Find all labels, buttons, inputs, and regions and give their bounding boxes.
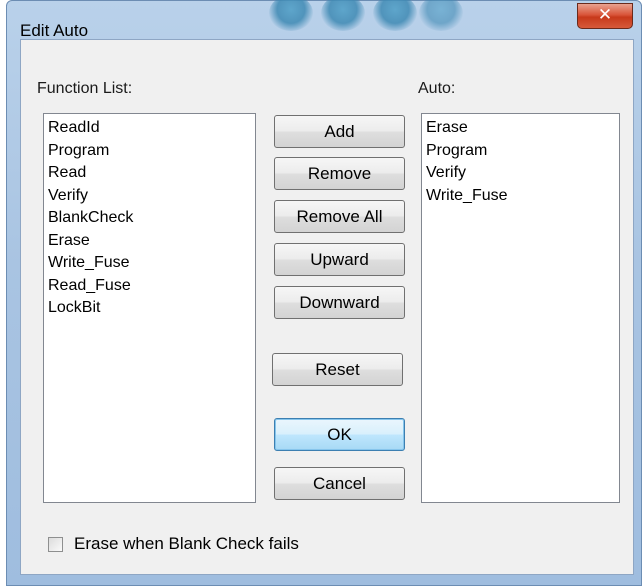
list-item[interactable]: BlankCheck — [48, 207, 251, 230]
list-item[interactable]: Read_Fuse — [48, 275, 251, 298]
remove-all-button[interactable]: Remove All — [274, 200, 405, 233]
remove-button[interactable]: Remove — [274, 157, 405, 190]
upward-button[interactable]: Upward — [274, 243, 405, 276]
function-list-label: Function List: — [37, 80, 133, 97]
list-item[interactable]: Program — [426, 140, 615, 163]
list-item[interactable]: Erase — [426, 117, 615, 140]
window-title: Edit Auto — [20, 21, 89, 40]
reset-button[interactable]: Reset — [272, 353, 403, 386]
add-button[interactable]: Add — [274, 115, 405, 148]
ok-button[interactable]: OK — [274, 418, 405, 451]
list-item[interactable]: Verify — [48, 185, 251, 208]
list-item[interactable]: Write_Fuse — [48, 252, 251, 275]
title-bar[interactable]: Edit Auto ✕ — [7, 0, 641, 40]
erase-on-blank-fail-label[interactable]: Erase when Blank Check fails — [74, 534, 299, 554]
erase-on-blank-fail-checkbox[interactable] — [48, 536, 63, 552]
list-item[interactable]: Program — [48, 140, 251, 163]
close-icon: ✕ — [597, 5, 613, 25]
downward-button[interactable]: Downward — [274, 286, 405, 319]
close-button[interactable]: ✕ — [577, 3, 633, 29]
dialog-client-area: Function List: ReadId Program Read Verif… — [20, 39, 634, 575]
list-item[interactable]: Read — [48, 162, 251, 185]
title-bar-background-decoration — [269, 0, 509, 35]
edit-auto-dialog: Edit Auto ✕ Function List: ReadId Progra… — [6, 0, 642, 586]
auto-listbox[interactable]: Erase Program Verify Write_Fuse — [421, 113, 620, 503]
list-item[interactable]: Write_Fuse — [426, 185, 615, 208]
list-item[interactable]: LockBit — [48, 297, 251, 320]
list-item[interactable]: ReadId — [48, 117, 251, 140]
list-item[interactable]: Erase — [48, 230, 251, 253]
list-item[interactable]: Verify — [426, 162, 615, 185]
auto-list-label: Auto: — [418, 80, 456, 97]
cancel-button[interactable]: Cancel — [274, 467, 405, 500]
function-listbox[interactable]: ReadId Program Read Verify BlankCheck Er… — [43, 113, 256, 503]
erase-on-blank-fail-option[interactable]: Erase when Blank Check fails — [48, 534, 299, 554]
